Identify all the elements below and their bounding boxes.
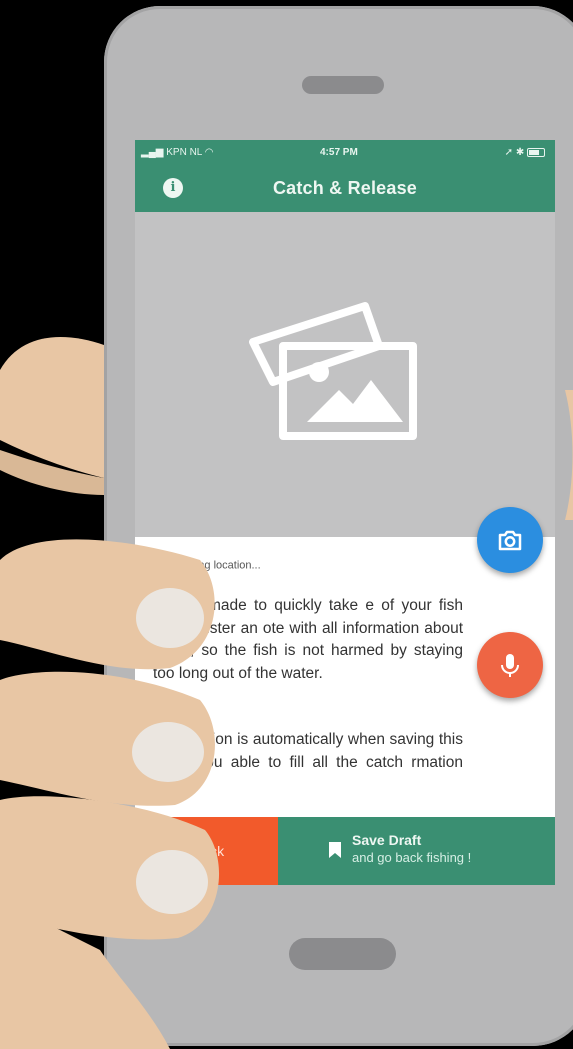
description-paragraph-1: atch is made to quickly take e of your f… xyxy=(153,597,463,682)
save-draft-button[interactable]: Save Draft and go back fishing ! xyxy=(278,817,555,885)
photo-placeholder[interactable] xyxy=(135,212,555,537)
home-button[interactable] xyxy=(289,938,396,970)
carrier-signal: ▂▄▆ KPN NL ◠ xyxy=(141,147,214,158)
footer-bar: Back Save Draft and go back fishing ! xyxy=(135,817,555,885)
phone-speaker xyxy=(302,76,384,94)
loading-spinner-icon xyxy=(153,559,166,572)
image-placeholder-icon xyxy=(249,302,417,440)
app-bar: i Catch & Release xyxy=(135,165,555,212)
location-status-text: fetching location... xyxy=(172,559,261,572)
status-bar: ▂▄▆ KPN NL ◠ 4:57 PM ➚ ✱ xyxy=(135,140,555,165)
location-status: fetching location... xyxy=(153,559,261,572)
save-draft-title: Save Draft xyxy=(352,832,422,848)
status-time: 4:57 PM xyxy=(320,147,358,158)
description-paragraph-2: ed, location is automatically when savin… xyxy=(153,731,463,793)
status-icons: ➚ ✱ xyxy=(505,147,545,158)
microphone-button[interactable] xyxy=(477,632,543,698)
microphone-icon xyxy=(501,654,519,677)
save-draft-subtitle: and go back fishing ! xyxy=(352,850,472,865)
app-title: Catch & Release xyxy=(272,178,418,198)
bookmark-icon xyxy=(329,842,341,858)
back-button-label: Back xyxy=(193,843,225,859)
back-button[interactable]: Back xyxy=(135,817,278,885)
camera-icon xyxy=(498,530,522,551)
battery-icon xyxy=(527,147,545,157)
app-screen: ▂▄▆ KPN NL ◠ 4:57 PM ➚ ✱ i Catch & Relea… xyxy=(135,140,555,885)
carrier-name: KPN NL xyxy=(166,147,203,158)
camera-button[interactable] xyxy=(477,507,543,573)
